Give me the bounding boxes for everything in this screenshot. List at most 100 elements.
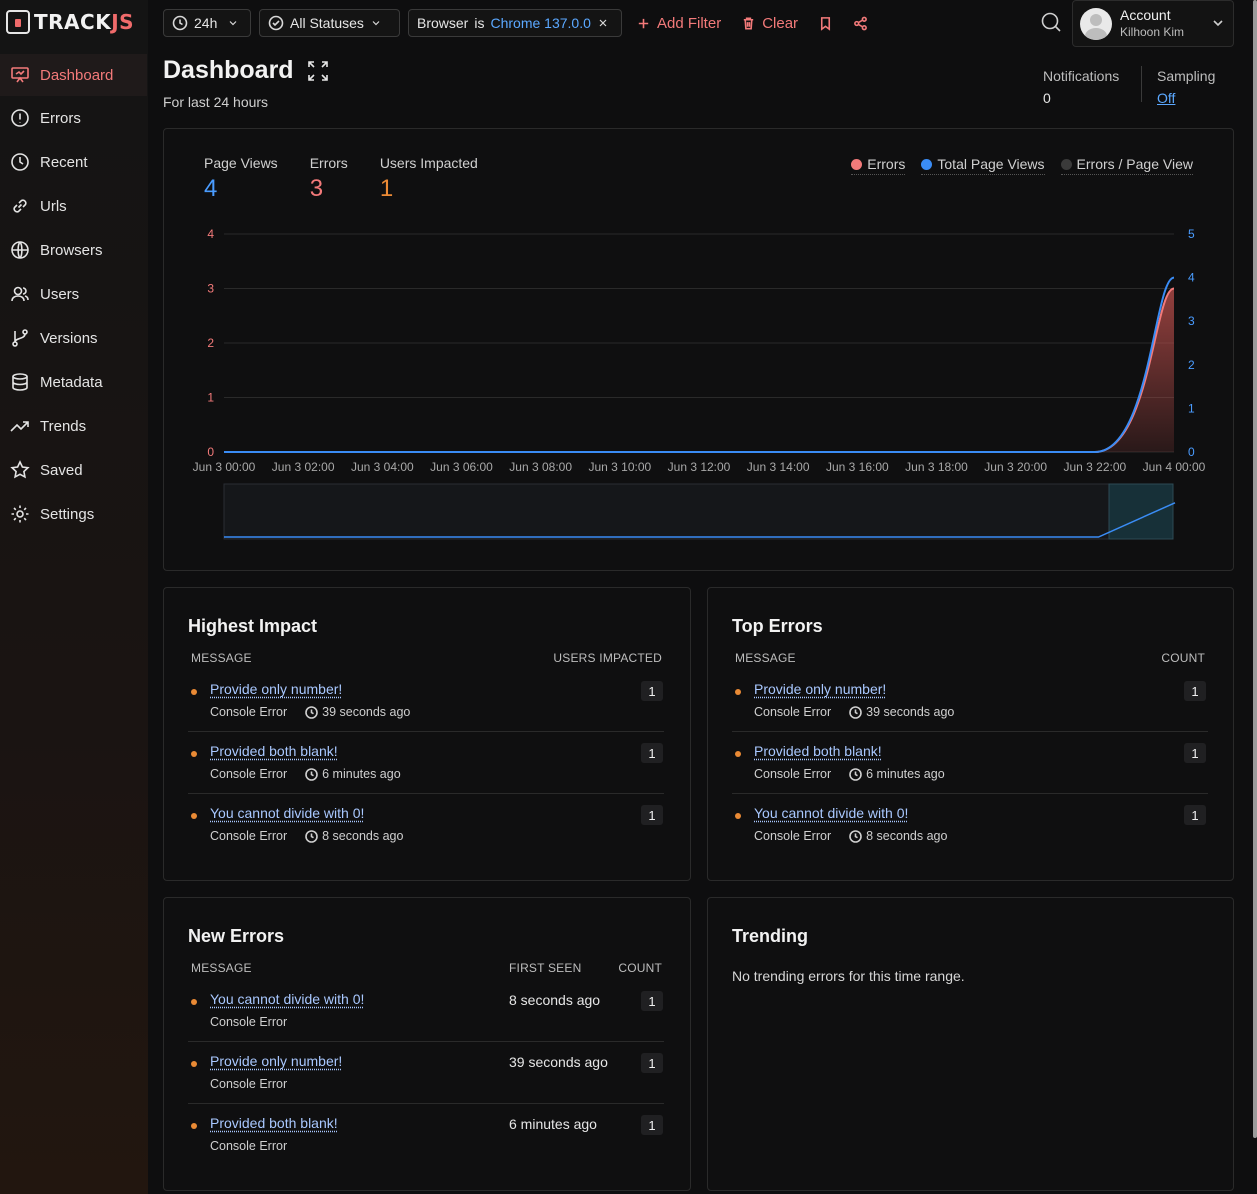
share-button[interactable] [847, 9, 874, 37]
sidebar-item-settings[interactable]: Settings [0, 492, 148, 536]
x-tick: Jun 3 18:00 [905, 460, 968, 474]
error-message-link[interactable]: Provided both blank! [210, 743, 338, 759]
sidebar-item-dashboard[interactable]: Dashboard [0, 54, 147, 96]
link-icon [10, 196, 30, 216]
clear-button[interactable]: Clear [735, 9, 804, 37]
search-button[interactable] [1040, 11, 1064, 35]
trackjs-logo[interactable]: TRACKJS [6, 8, 134, 36]
page-views-line [224, 276, 1175, 454]
traffic-chart[interactable]: 0 1 2 3 4 0 1 2 3 4 5 Jun 3 00:00 Jun 3 02:00 Jun 3 0… [164, 129, 1233, 570]
bookmark-button[interactable] [812, 9, 839, 37]
sampling-toggle[interactable]: Off [1157, 87, 1215, 109]
error-type: Console Error [754, 705, 832, 719]
severity-dot [191, 999, 197, 1005]
list-item[interactable]: Provide only number! Console Error 39 sec… [732, 681, 1208, 743]
time-range-select[interactable]: 24h [163, 9, 251, 37]
logo-text: TRACKJS [34, 10, 135, 34]
list-item[interactable]: Provided both blank! Console Error 6 min… [188, 1115, 664, 1177]
error-message-link[interactable]: Provided both blank! [210, 1115, 338, 1131]
y-tick-right: 2 [1188, 358, 1195, 372]
page-scrollbar[interactable] [1253, 0, 1257, 1138]
clock-icon [305, 767, 318, 781]
sidebar-item-saved[interactable]: Saved [0, 448, 148, 492]
browser-filter-chip[interactable]: Browser is Chrome 137.0.0 [408, 9, 622, 37]
sidebar-item-browsers[interactable]: Browsers [0, 228, 148, 272]
y-tick-left: 4 [207, 227, 214, 241]
severity-dot [191, 689, 197, 695]
column-header-users-impacted: USERS IMPACTED [553, 651, 662, 665]
severity-dot [735, 689, 741, 695]
sidebar-item-label: Recent [40, 153, 88, 171]
clear-label: Clear [762, 14, 799, 32]
sidebar-item-urls[interactable]: Urls [0, 184, 148, 228]
status-select[interactable]: All Statuses [259, 9, 400, 37]
row-divider [188, 1103, 664, 1104]
meta-divider [1141, 66, 1142, 102]
value-badge: 1 [1184, 681, 1206, 701]
sidebar-item-errors[interactable]: Errors [0, 96, 148, 140]
x-tick: Jun 4 00:00 [1143, 460, 1206, 474]
bookmark-icon [821, 16, 831, 31]
sidebar-item-label: Settings [40, 505, 95, 523]
error-type: Console Error [210, 1015, 288, 1029]
severity-dot [191, 813, 197, 819]
sidebar-item-recent[interactable]: Recent [0, 140, 148, 184]
x-tick: Jun 3 16:00 [826, 460, 889, 474]
account-menu[interactable]: Account Kilhoon Kim [1072, 0, 1234, 47]
sidebar-item-users[interactable]: Users [0, 272, 148, 316]
filter-value: Chrome 137.0.0 [490, 15, 591, 31]
highest-impact-card: Highest Impact MESSAGE USERS IMPACTED Pr… [163, 587, 691, 881]
error-type: Console Error [754, 829, 832, 843]
sidebar-item-trends[interactable]: Trends [0, 404, 148, 448]
globe-icon [10, 240, 30, 260]
filter-field: Browser [417, 15, 469, 31]
sidebar-item-metadata[interactable]: Metadata [0, 360, 148, 404]
error-message-link[interactable]: You cannot divide with 0! [210, 991, 364, 1007]
error-message-link[interactable]: Provide only number! [210, 1053, 342, 1069]
sampling-label: Sampling [1157, 68, 1216, 84]
list-item[interactable]: You cannot divide with 0! Console Error 8… [188, 805, 664, 867]
clock-icon [849, 829, 862, 843]
x-tick: Jun 3 14:00 [747, 460, 810, 474]
y-tick-right: 0 [1188, 445, 1195, 459]
y-tick-right: 1 [1188, 401, 1195, 415]
list-item[interactable]: You cannot divide with 0! Console Error … [188, 991, 664, 1053]
database-icon [10, 372, 30, 392]
error-message-link[interactable]: You cannot divide with 0! [210, 805, 364, 821]
error-message-link[interactable]: Provide only number! [754, 681, 886, 697]
list-item[interactable]: You cannot divide with 0! Console Error 8… [732, 805, 1208, 867]
add-filter-label: Add Filter [657, 14, 722, 32]
list-item[interactable]: Provide only number! Console Error 39 se… [188, 1053, 664, 1115]
sampling-meta: Sampling Off [1157, 65, 1215, 109]
page-title: Dashboard [163, 56, 330, 85]
error-message-link[interactable]: You cannot divide with 0! [754, 805, 908, 821]
column-header-message: MESSAGE [735, 651, 796, 665]
error-message-link[interactable]: Provided both blank! [754, 743, 882, 759]
error-type: Console Error [754, 767, 832, 781]
trash-icon [744, 17, 754, 29]
list-item[interactable]: Provided both blank! Console Error 6 minu… [188, 743, 664, 805]
error-message-link[interactable]: Provide only number! [210, 681, 342, 697]
fullscreen-icon[interactable] [306, 59, 330, 83]
sidebar-item-label: Versions [40, 329, 98, 347]
error-type: Console Error [210, 829, 288, 843]
chevron-down-icon [1213, 20, 1223, 27]
x-tick: Jun 3 00:00 [193, 460, 256, 474]
x-tick: Jun 3 06:00 [430, 460, 493, 474]
list-item[interactable]: Provide only number! Console Error 39 sec… [188, 681, 664, 743]
add-filter-button[interactable]: Add Filter [630, 9, 727, 37]
alert-circle-icon [10, 108, 30, 128]
notifications-value: 0 [1043, 90, 1051, 106]
column-header-message: MESSAGE [191, 651, 252, 665]
page-subtitle: For last 24 hours [163, 94, 269, 110]
value-badge: 1 [641, 805, 663, 825]
branch-icon [10, 328, 30, 348]
list-item[interactable]: Provided both blank! Console Error 6 minu… [732, 743, 1208, 805]
severity-dot [735, 813, 741, 819]
clock-icon [305, 705, 318, 719]
sidebar-item-versions[interactable]: Versions [0, 316, 148, 360]
value-badge: 1 [1184, 805, 1206, 825]
top-errors-card: Top Errors MESSAGE COUNT Provide only nu… [707, 587, 1234, 881]
close-icon[interactable] [597, 17, 609, 29]
error-time: 8 seconds ago [866, 829, 948, 843]
